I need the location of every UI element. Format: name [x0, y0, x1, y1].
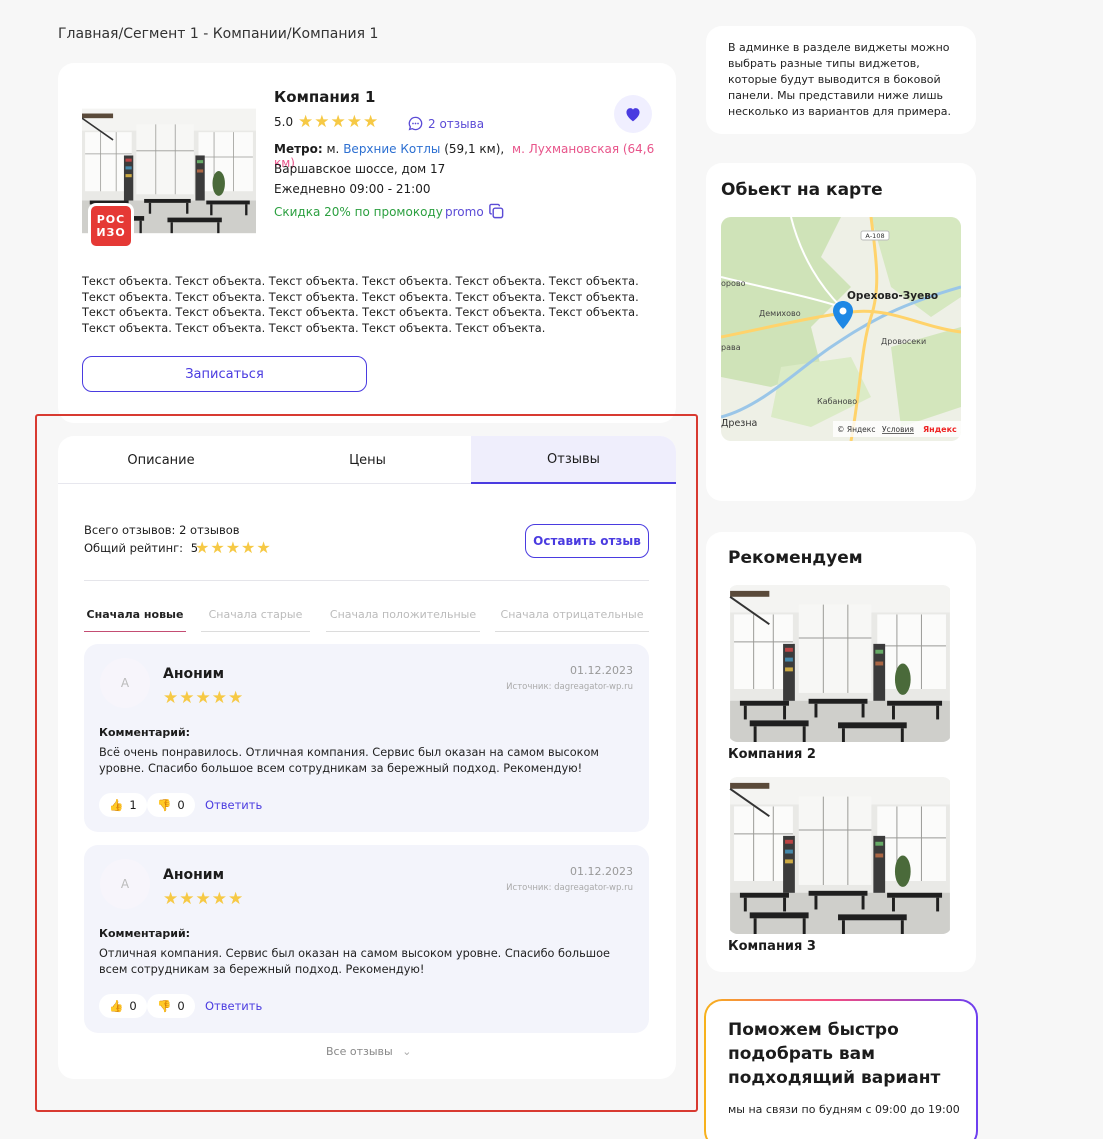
recommend-item-name[interactable]: Компания 3 — [728, 939, 816, 954]
reviews-link[interactable]: 2 отзыва — [408, 116, 484, 131]
highlight-frame — [35, 414, 698, 1112]
recommend-title: Рекомендуем — [728, 548, 863, 568]
breadcrumb[interactable]: Главная/Сегмент 1 - Компании/Компания 1 — [58, 26, 378, 42]
map-terms-link[interactable]: Условия — [882, 425, 914, 434]
help-title: Поможем быстро подобрать вам подходящий … — [728, 1020, 941, 1088]
metro-1-prefix: м. — [326, 142, 340, 156]
heart-icon — [626, 108, 640, 122]
company-name: Компания 1 — [274, 88, 376, 106]
map-label: Дровосеки — [881, 337, 926, 346]
map-brand: Яндекс — [923, 425, 957, 434]
recommend-card: Рекомендуем Компания 2 Компания 3 — [706, 532, 976, 972]
recommend-item-name[interactable]: Компания 2 — [728, 747, 816, 762]
company-logo-text: РОС ИЗО — [96, 213, 126, 239]
map-label: Кабаново — [817, 397, 857, 406]
company-logo: РОС ИЗО — [88, 203, 134, 249]
company-hours: Ежедневно 09:00 - 21:00 — [274, 182, 431, 196]
company-rating: 5.0 — [274, 115, 294, 129]
company-address: Варшавское шоссе, дом 17 — [274, 162, 446, 176]
map-city-label: Орехово-Зуево — [847, 290, 938, 302]
promo-code[interactable]: promo — [445, 205, 484, 219]
widgets-note-text: В админке в разделе виджеты можно выбрат… — [728, 41, 952, 118]
recommend-image[interactable] — [728, 585, 952, 742]
company-photo: РОС ИЗО — [82, 87, 256, 255]
help-subtitle: мы на связи по будням с 09:00 до 19:00 — [728, 1103, 960, 1116]
company-description: Текст объекта. Текст объекта. Текст объе… — [82, 275, 639, 335]
metro-1-distance: (59,1 км), — [444, 142, 505, 156]
metro-1-link[interactable]: Верхние Котлы — [343, 142, 440, 156]
map-title: Обьект на карте — [721, 180, 883, 200]
map-label: Демихово — [759, 309, 801, 318]
copy-icon[interactable] — [488, 203, 505, 220]
map[interactable]: А-108 Орехово-Зуево орово Демихово Дрово… — [721, 217, 961, 441]
map-copyright: © Яндекс — [837, 425, 875, 434]
recommend-image[interactable] — [728, 777, 952, 934]
metro-label: Метро: — [274, 142, 323, 156]
favorite-button[interactable] — [614, 95, 652, 133]
help-card[interactable]: Поможем быстро подобрать вам подходящий … — [704, 999, 978, 1139]
map-label: орово — [721, 279, 746, 288]
map-label: рава — [721, 343, 741, 352]
company-rating-stars: ★★★★★ — [298, 112, 380, 132]
chat-icon — [408, 116, 423, 131]
map-card: Обьект на карте А-108 Орехово-Зуево оров… — [706, 163, 976, 501]
company-card: РОС ИЗО Компания 1 5.0 ★★★★★ 2 отзыва Ме… — [58, 63, 676, 423]
widgets-note-card: В админке в разделе виджеты можно выбрат… — [706, 26, 976, 134]
map-road-label: А-108 — [865, 232, 884, 240]
promo-text: Скидка 20% по промокоду — [274, 205, 443, 219]
reviews-link-label[interactable]: 2 отзыва — [428, 117, 484, 131]
signup-button[interactable]: Записаться — [82, 356, 367, 392]
map-label: Дрезна — [721, 418, 757, 429]
